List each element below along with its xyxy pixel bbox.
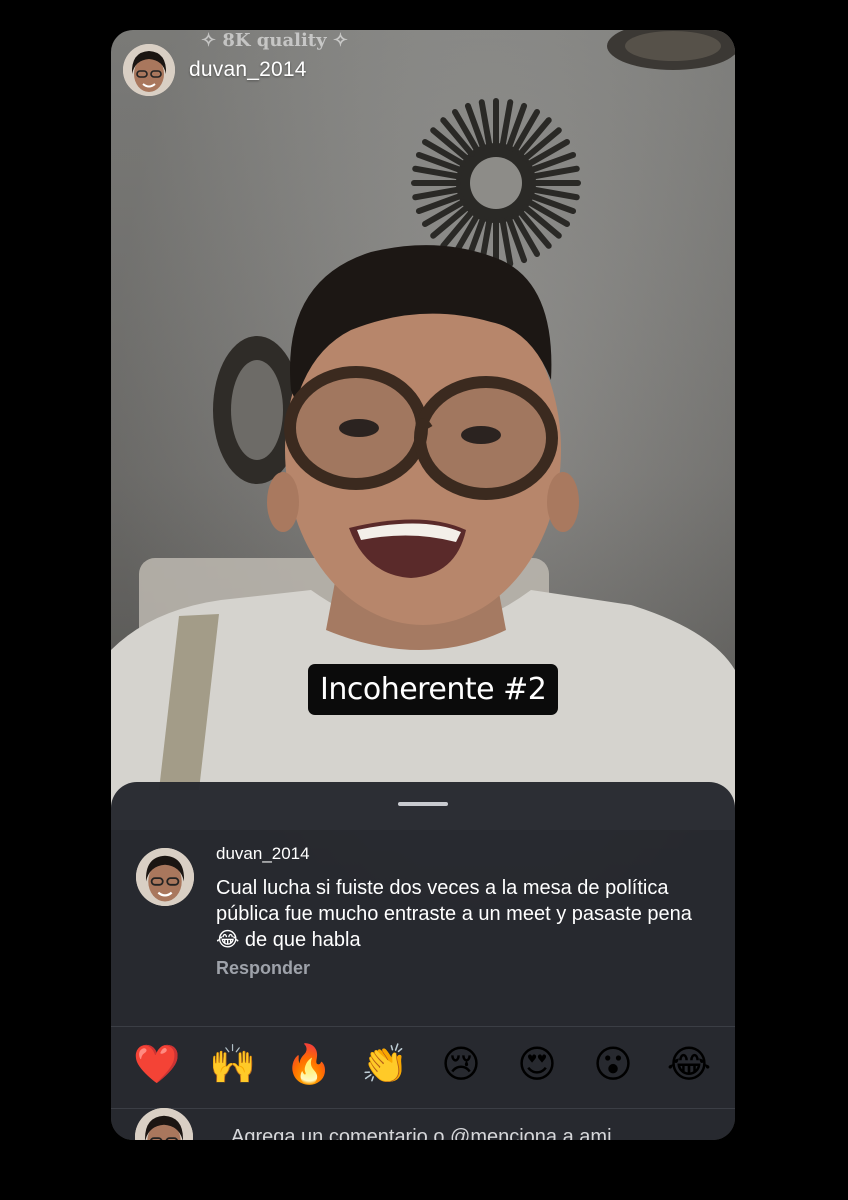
reaction-heart-eyes-icon[interactable]: 😍 (513, 1041, 561, 1089)
quick-reactions-bar: ❤️ 🙌 🔥 👏 😢 😍 😮 😂 (133, 1040, 713, 1090)
comment-composer (135, 1108, 735, 1140)
reaction-clapping-icon[interactable]: 👏 (361, 1041, 409, 1089)
reaction-fire-icon[interactable]: 🔥 (285, 1041, 333, 1089)
reaction-raised-hands-icon[interactable]: 🙌 (209, 1041, 257, 1089)
avatar[interactable] (136, 848, 194, 906)
reaction-heart-icon[interactable]: ❤️ (133, 1041, 181, 1089)
comment-username[interactable]: duvan_2014 (216, 844, 310, 864)
reaction-surprised-icon[interactable]: 😮 (589, 1041, 637, 1089)
story-header: duvan_2014 (123, 44, 307, 96)
comment-input[interactable] (231, 1126, 651, 1140)
story-caption: Incoherente #2 (308, 664, 559, 715)
reply-button[interactable]: Responder (216, 958, 310, 979)
story-viewer: ✧ 8K quality ✧ duvan_2014 Incoherente #2 (111, 30, 735, 1140)
story-username[interactable]: duvan_2014 (189, 58, 307, 82)
avatar[interactable] (123, 44, 175, 96)
reaction-crying-icon[interactable]: 😢 (437, 1041, 485, 1089)
comment-text: Cual lucha si fuiste dos veces a la mesa… (216, 877, 692, 951)
reaction-laughing-icon[interactable]: 😂 (665, 1041, 713, 1089)
comments-sheet: duvan_2014 Cual lucha si fuiste dos vece… (111, 782, 735, 1140)
divider (111, 1026, 735, 1027)
sheet-grabber-handle[interactable] (398, 802, 448, 806)
avatar (135, 1108, 193, 1140)
